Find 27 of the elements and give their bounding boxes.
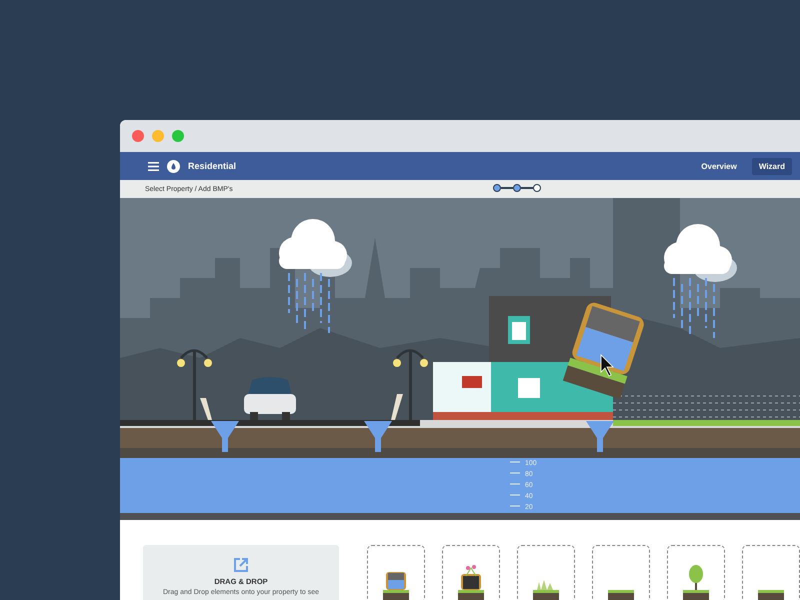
- element-tile[interactable]: [667, 545, 725, 600]
- menu-icon[interactable]: [148, 162, 159, 170]
- element-tile[interactable]: [742, 545, 800, 600]
- planter-drawing: [458, 565, 484, 600]
- cursor-icon: [600, 354, 614, 377]
- water-drop-icon: [167, 160, 180, 172]
- bench-drawing: [200, 398, 212, 420]
- element-tile[interactable]: [517, 545, 575, 600]
- element-tile[interactable]: [442, 545, 500, 600]
- tree-drawing: [683, 565, 709, 600]
- element-tile[interactable]: [367, 545, 425, 600]
- nav-tab[interactable]: Overview: [694, 158, 744, 174]
- nav-tab[interactable]: Wizard: [752, 158, 792, 174]
- funnel-icon: [211, 421, 239, 452]
- bench-drawing: [391, 394, 403, 420]
- gauge-tick: [510, 494, 520, 496]
- gauge-tick: [510, 472, 520, 474]
- funnel-icon: [586, 421, 614, 452]
- funnel-icon: [364, 421, 392, 452]
- car-drawing: [244, 377, 296, 420]
- element-tile[interactable]: [592, 545, 650, 600]
- barrel-drawing: [383, 572, 409, 600]
- pavers-drawing: [608, 588, 634, 600]
- soil-drawing: [758, 590, 784, 600]
- share-icon: [232, 556, 250, 574]
- app-title: Residential: [188, 161, 236, 171]
- grass-drawing: [533, 580, 559, 600]
